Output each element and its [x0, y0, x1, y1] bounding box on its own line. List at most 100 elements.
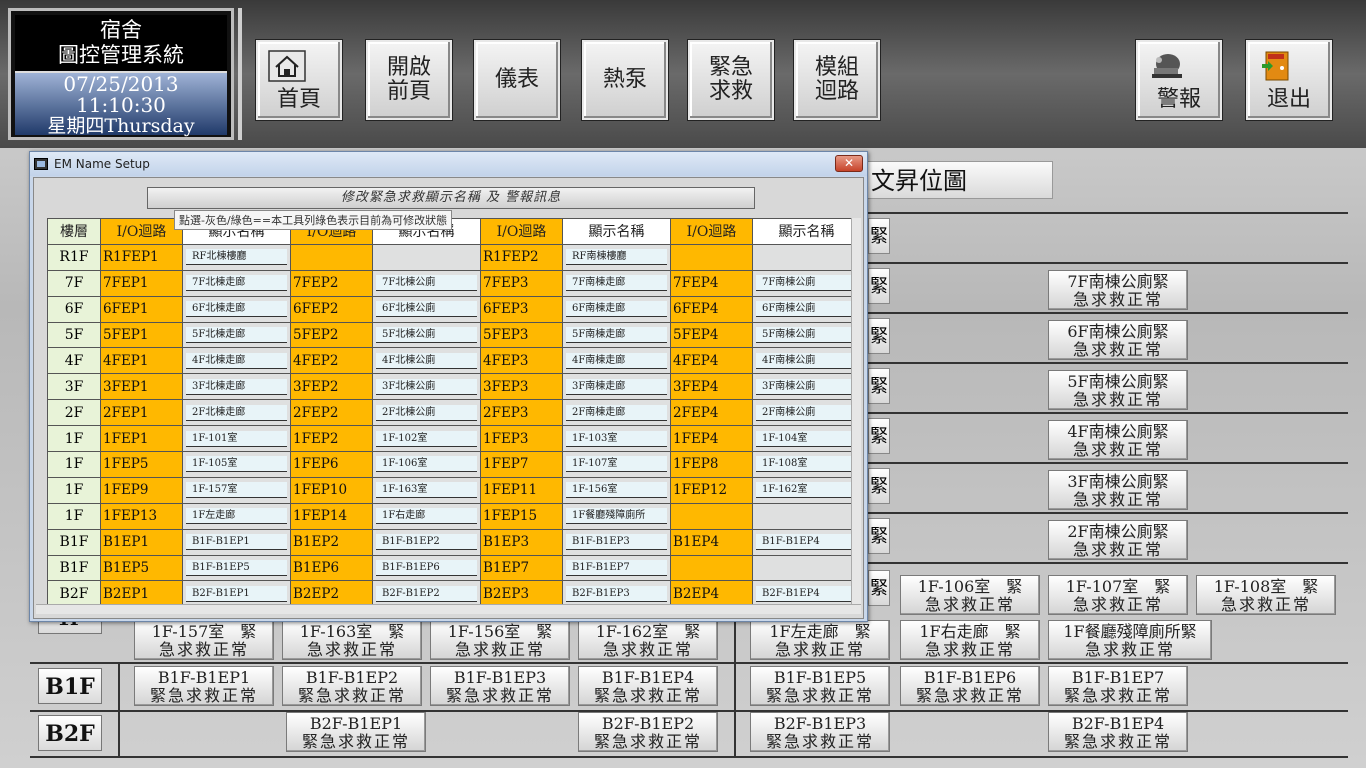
open-prev-page-button[interactable]: 開啟 前頁 — [366, 40, 452, 120]
display-name-input[interactable]: 1F-101室 — [186, 430, 287, 447]
display-name-input[interactable]: 7F北棟公廁 — [376, 275, 477, 292]
status-button-7f[interactable]: 緊 — [868, 268, 890, 304]
display-name-input[interactable]: 7F南棟走廊 — [566, 275, 667, 292]
vertical-scrollbar[interactable] — [851, 218, 861, 606]
display-name-input[interactable]: 4F南棟走廊 — [566, 352, 667, 369]
io-loop-cell[interactable]: 6FEP2 — [290, 295, 373, 323]
io-loop-cell[interactable]: 1FEP14 — [290, 502, 373, 530]
display-name-input[interactable]: 1F左走廊 — [186, 508, 287, 525]
display-name-input[interactable]: 1F-162室 — [756, 482, 857, 499]
status-button-b1ep6[interactable]: B1F-B1EP6 緊急求救正常 — [900, 666, 1040, 706]
io-loop-cell[interactable]: 2FEP4 — [670, 399, 753, 427]
io-loop-cell[interactable]: 2FEP2 — [290, 399, 373, 427]
status-button-1f-156[interactable]: 1F-156室 緊急求救正常 — [430, 620, 570, 660]
display-name-input[interactable]: B1F-B1EP6 — [376, 560, 477, 577]
status-button-1f-right-corridor[interactable]: 1F右走廊 緊急求救正常 — [900, 620, 1040, 660]
io-loop-cell[interactable]: 1FEP4 — [670, 425, 753, 453]
io-loop-cell[interactable]: 7FEP2 — [290, 269, 373, 297]
status-button-b2ep2[interactable]: B2F-B1EP2 緊急求救正常 — [578, 712, 718, 752]
io-loop-cell[interactable] — [670, 502, 753, 530]
exit-button[interactable]: 退出 — [1246, 40, 1332, 120]
status-button-b2ep4[interactable]: B2F-B1EP4 緊急求救正常 — [1048, 712, 1188, 752]
display-name-input[interactable]: RF南棟樓廳 — [566, 249, 667, 266]
display-name-input[interactable]: B1F-B1EP4 — [756, 534, 857, 551]
status-button-1f-108[interactable]: 1F-108室 緊急求救正常 — [1196, 575, 1336, 615]
emergency-call-button[interactable]: 緊急 求救 — [688, 40, 774, 120]
io-loop-cell[interactable] — [670, 554, 753, 582]
edit-names-banner-button[interactable]: 修改緊急求救顯示名稱 及 警報訊息 — [147, 187, 755, 209]
io-loop-cell[interactable]: 2FEP3 — [480, 399, 563, 427]
dialog-titlebar[interactable]: EM Name Setup ✕ — [30, 152, 867, 176]
display-name-input[interactable]: 1F-102室 — [376, 430, 477, 447]
display-name-input[interactable]: 5F南棟走廊 — [566, 327, 667, 343]
display-name-input[interactable]: 6F北棟走廊 — [186, 301, 287, 318]
status-button-b1ep5[interactable]: B1F-B1EP5 緊急求救正常 — [750, 666, 890, 706]
io-loop-cell[interactable]: 1FEP3 — [480, 425, 563, 453]
io-loop-cell[interactable]: 1FEP10 — [290, 476, 373, 504]
display-name-input[interactable]: 6F南棟公廁 — [756, 301, 857, 318]
io-loop-cell[interactable]: 1FEP12 — [670, 476, 753, 504]
display-name-input[interactable]: 4F南棟公廁 — [756, 352, 857, 369]
io-loop-cell[interactable]: 4FEP2 — [290, 347, 373, 375]
io-loop-cell[interactable]: 7FEP3 — [480, 269, 563, 297]
io-loop-cell[interactable]: 3FEP2 — [290, 373, 373, 401]
display-name-input[interactable]: 6F北棟公廁 — [376, 301, 477, 318]
heat-pump-button[interactable]: 熱泵 — [582, 40, 668, 120]
display-name-input[interactable]: 1F-103室 — [566, 430, 667, 447]
io-loop-cell[interactable]: 1FEP1 — [100, 425, 183, 453]
io-loop-cell[interactable]: 6FEP1 — [100, 295, 183, 323]
io-loop-cell[interactable]: 5FEP1 — [100, 321, 183, 349]
display-name-input[interactable]: 6F南棟走廊 — [566, 301, 667, 318]
io-loop-cell[interactable]: 1FEP13 — [100, 502, 183, 530]
display-name-input[interactable]: 7F北棟走廊 — [186, 275, 287, 292]
io-loop-cell[interactable]: 1FEP9 — [100, 476, 183, 504]
status-button-6f-south-toilet[interactable]: 6F南棟公廁緊 急求救正常 — [1048, 320, 1188, 360]
io-loop-cell[interactable]: 5FEP3 — [480, 321, 563, 349]
display-name-input[interactable]: 3F北棟走廊 — [186, 378, 287, 395]
io-loop-cell[interactable]: 3FEP1 — [100, 373, 183, 401]
display-name-input[interactable]: 5F北棟公廁 — [376, 327, 477, 343]
io-loop-cell[interactable]: 1FEP2 — [290, 425, 373, 453]
display-name-input[interactable]: 1F-106室 — [376, 456, 477, 473]
display-name-input[interactable]: B2F-B1EP1 — [186, 585, 287, 602]
io-loop-cell[interactable]: 1FEP7 — [480, 451, 563, 478]
display-name-input[interactable]: B1F-B1EP7 — [566, 560, 667, 577]
status-button-1f-105[interactable]: 緊 — [868, 570, 890, 606]
display-name-input[interactable]: 2F南棟走廊 — [566, 404, 667, 421]
status-button-4f-south-toilet[interactable]: 4F南棟公廁緊 急求救正常 — [1048, 420, 1188, 460]
status-button-1f-restaurant-toilet[interactable]: 1F餐廳殘障廁所緊 急求救正常 — [1048, 620, 1212, 660]
display-name-input[interactable]: 4F北棟公廁 — [376, 352, 477, 369]
status-button-1f-left-corridor[interactable]: 1F左走廊 緊急求救正常 — [750, 620, 890, 660]
io-loop-cell[interactable]: B1EP7 — [480, 554, 563, 582]
display-name-input[interactable]: RF北棟樓廳 — [186, 249, 287, 266]
display-name-input[interactable]: 7F南棟公廁 — [756, 275, 857, 292]
status-button-4f[interactable]: 緊 — [868, 418, 890, 454]
io-loop-cell[interactable]: 3FEP3 — [480, 373, 563, 401]
io-loop-cell[interactable]: 7FEP1 — [100, 269, 183, 297]
display-name-input[interactable]: B1F-B1EP5 — [186, 560, 287, 577]
module-loop-button[interactable]: 模組 迴路 — [794, 40, 880, 120]
display-name-input[interactable]: 1F-107室 — [566, 456, 667, 473]
display-name-input[interactable]: 1F右走廊 — [376, 508, 477, 525]
io-loop-cell[interactable]: B1EP6 — [290, 554, 373, 582]
io-loop-cell[interactable] — [290, 243, 373, 271]
display-name-input[interactable]: B2F-B1EP3 — [566, 585, 667, 602]
meter-button[interactable]: 儀表 — [474, 40, 560, 120]
display-name-input[interactable]: 3F北棟公廁 — [376, 378, 477, 395]
io-loop-cell[interactable]: B2EP2 — [290, 580, 373, 608]
io-loop-cell[interactable]: 1FEP15 — [480, 502, 563, 530]
io-loop-cell[interactable]: R1FEP2 — [480, 243, 563, 271]
io-loop-cell[interactable]: B1EP3 — [480, 528, 563, 556]
io-loop-cell[interactable]: 1FEP5 — [100, 451, 183, 478]
status-button-3f-south-toilet[interactable]: 3F南棟公廁緊 急求救正常 — [1048, 470, 1188, 510]
display-name-input[interactable]: 1F-105室 — [186, 456, 287, 473]
display-name-input[interactable]: B2F-B1EP2 — [376, 585, 477, 602]
status-button-6f[interactable]: 緊 — [868, 318, 890, 354]
status-button-1f-163[interactable]: 1F-163室 緊急求救正常 — [282, 620, 422, 660]
io-loop-cell[interactable]: 7FEP4 — [670, 269, 753, 297]
io-loop-cell[interactable]: B1EP5 — [100, 554, 183, 582]
status-button-b1ep2[interactable]: B1F-B1EP2 緊急求救正常 — [282, 666, 422, 706]
io-loop-cell[interactable]: B2EP1 — [100, 580, 183, 608]
status-button-1f-162[interactable]: 1F-162室 緊急求救正常 — [578, 620, 718, 660]
display-name-input[interactable]: 3F南棟走廊 — [566, 378, 667, 395]
